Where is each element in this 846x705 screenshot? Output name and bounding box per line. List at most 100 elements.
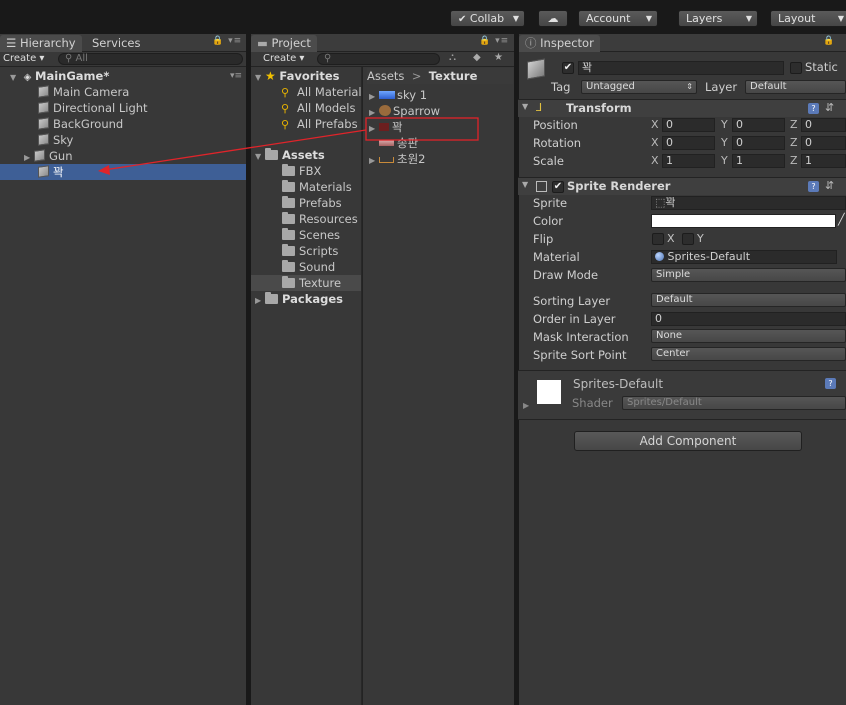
folder-item[interactable]: Prefabs	[282, 195, 342, 211]
help-icon[interactable]: ?	[808, 103, 819, 114]
file-item[interactable]: ▶ sky 1	[369, 87, 427, 103]
tab-hierarchy[interactable]: ☰ Hierarchy	[0, 35, 82, 52]
search-input[interactable]: ⚲ All	[58, 53, 243, 65]
collapse-arrow-icon[interactable]: ▶	[523, 401, 529, 410]
position-y-field[interactable]: 0	[732, 118, 785, 132]
favorite-item[interactable]: ⚲ All Prefabs	[281, 116, 358, 132]
help-icon[interactable]: ?	[808, 181, 819, 192]
hierarchy-item[interactable]: Directional Light	[38, 100, 246, 116]
breadcrumb-root[interactable]: Assets	[367, 69, 404, 83]
expand-arrow-icon[interactable]: ▶	[369, 121, 379, 137]
static-checkbox[interactable]	[790, 62, 802, 74]
sprite-renderer-header[interactable]: ▼ ✔ Sprite Renderer ? ⇵	[518, 177, 846, 195]
file-item[interactable]: ▶ Sparrow	[369, 103, 440, 119]
active-checkbox[interactable]: ✔	[562, 62, 574, 74]
hierarchy-item[interactable]: ▶ Gun	[24, 148, 246, 164]
lock-icon[interactable]: 🔒	[823, 36, 835, 46]
sparrow-sprite-icon	[379, 105, 391, 116]
collapse-arrow-icon[interactable]: ▼	[522, 180, 528, 189]
account-button[interactable]: Account ▼	[578, 10, 658, 27]
file-item[interactable]: ▶ 초원2	[369, 151, 425, 167]
draw-mode-dropdown[interactable]: Simple	[651, 268, 846, 282]
folder-item[interactable]: Scenes	[282, 227, 340, 243]
tab-services[interactable]: Services	[86, 35, 147, 52]
position-x-field[interactable]: 0	[662, 118, 715, 132]
folder-item[interactable]: Sound	[282, 259, 335, 275]
folder-item[interactable]: Scripts	[282, 243, 338, 259]
expand-arrow-icon[interactable]: ▼	[10, 70, 20, 86]
color-swatch[interactable]	[651, 214, 836, 228]
collab-button[interactable]: ✔ Collab ▼	[450, 10, 525, 27]
sprite-field[interactable]: ⬚꽉	[651, 196, 846, 210]
object-name-field[interactable]: 꽉	[578, 61, 784, 75]
scene-row[interactable]: ▼ ◈ MainGame* ▾≡	[0, 68, 246, 84]
rotation-y-field[interactable]: 0	[732, 136, 785, 150]
hierarchy-item[interactable]: BackGround	[38, 116, 246, 132]
flip-x-checkbox[interactable]	[652, 233, 664, 245]
layers-dropdown[interactable]: Layers ▼	[678, 10, 758, 27]
scene-menu-icon[interactable]: ▾≡	[230, 68, 242, 84]
settings-icon[interactable]: ⇵	[825, 179, 834, 192]
sprite-sort-point-dropdown[interactable]: Center	[651, 347, 846, 361]
gameobject-large-icon	[527, 58, 545, 80]
folder-item[interactable]: Resources	[282, 211, 358, 227]
check-icon: ✔	[458, 14, 467, 25]
tab-project[interactable]: ▬ Project	[251, 35, 317, 52]
panel-menu-icon[interactable]: 🔒 ▾≡	[212, 36, 242, 46]
folder-item[interactable]: FBX	[282, 163, 321, 179]
create-dropdown[interactable]: Create ▾	[3, 52, 44, 66]
scale-label: Scale	[533, 154, 564, 168]
panel-menu-icon[interactable]: 🔒 ▾≡	[479, 36, 509, 46]
favorites-row[interactable]: ▼ ★ Favorites	[255, 68, 340, 84]
layer-dropdown[interactable]: Default	[745, 80, 846, 94]
file-item[interactable]: ▶ 꽉	[369, 119, 403, 135]
expand-arrow-icon[interactable]: ▶	[255, 293, 265, 309]
breadcrumb-current[interactable]: Texture	[429, 69, 478, 83]
create-dropdown[interactable]: Create ▾	[263, 52, 304, 66]
star-icon: ★	[265, 69, 276, 83]
scale-y-field[interactable]: 1	[732, 154, 785, 168]
expand-arrow-icon[interactable]: ▼	[255, 149, 265, 165]
mask-interaction-dropdown[interactable]: None	[651, 329, 846, 343]
hierarchy-item[interactable]: Main Camera	[38, 84, 246, 100]
rotation-z-field[interactable]: 0	[801, 136, 846, 150]
shader-dropdown[interactable]: Sprites/Default	[622, 396, 846, 410]
star-icon[interactable]: ★	[494, 52, 503, 63]
material-field[interactable]: Sprites-Default	[651, 250, 837, 264]
draw-mode-label: Draw Mode	[533, 268, 599, 282]
rotation-x-field[interactable]: 0	[662, 136, 715, 150]
assets-row[interactable]: ▼ Assets	[255, 147, 325, 163]
packages-row[interactable]: ▶ Packages	[255, 291, 343, 307]
position-z-field[interactable]: 0	[801, 118, 846, 132]
add-component-button[interactable]: Add Component	[574, 431, 802, 451]
favorite-item[interactable]: ⚲ All Material	[281, 84, 362, 100]
filter-type-icon[interactable]: ⛬	[449, 52, 456, 63]
folder-item-selected[interactable]: Texture	[251, 275, 361, 291]
scale-z-field[interactable]: 1	[801, 154, 846, 168]
expand-arrow-icon[interactable]: ▼	[255, 70, 265, 86]
flip-y-checkbox[interactable]	[682, 233, 694, 245]
tab-inspector[interactable]: ⓘ Inspector	[519, 35, 600, 52]
tag-dropdown[interactable]: Untagged ⇕	[581, 80, 697, 94]
settings-icon[interactable]: ⇵	[825, 101, 834, 114]
search-input[interactable]: ⚲	[317, 53, 440, 65]
order-in-layer-field[interactable]: 0	[651, 312, 846, 326]
file-item[interactable]: 송판	[379, 135, 418, 151]
transform-header[interactable]: ▼ ⅃ Transform ? ⇵	[518, 99, 846, 117]
help-icon[interactable]: ?	[825, 378, 836, 389]
axis-z-label: Z	[790, 154, 798, 167]
layout-dropdown[interactable]: Layout ▼	[770, 10, 846, 27]
sprite-renderer-enabled-checkbox[interactable]: ✔	[552, 181, 564, 193]
cloud-button[interactable]: ☁	[538, 10, 568, 27]
folder-icon	[265, 148, 278, 160]
sorting-layer-dropdown[interactable]: Default	[651, 293, 846, 307]
folder-item[interactable]: Materials	[282, 179, 352, 195]
scale-x-field[interactable]: 1	[662, 154, 715, 168]
favorite-item[interactable]: ⚲ All Models	[281, 100, 355, 116]
hierarchy-item-selected[interactable]: 꽉	[0, 164, 246, 180]
hierarchy-item[interactable]: Sky	[38, 132, 246, 148]
expand-arrow-icon[interactable]: ▶	[369, 153, 379, 169]
label-icon[interactable]: ◆	[473, 52, 481, 63]
collapse-arrow-icon[interactable]: ▼	[522, 102, 528, 111]
eyedropper-icon[interactable]: ╱	[838, 213, 845, 226]
